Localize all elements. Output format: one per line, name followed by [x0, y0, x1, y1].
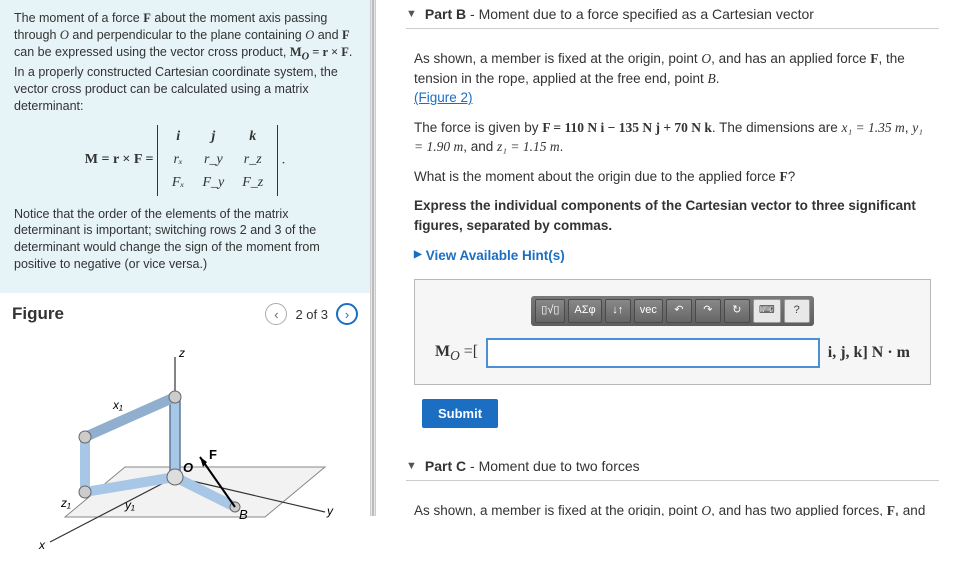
- t: The moment of a force: [14, 11, 143, 25]
- pager-text: 2 of 3: [295, 307, 328, 322]
- theory-para-2: Notice that the order of the elements of…: [14, 206, 356, 274]
- lbl-z1: z₁: [60, 496, 71, 510]
- lbl-z: z: [178, 346, 185, 360]
- determinant: ijk rₓr_yr_z FₓF_yF_z: [157, 125, 278, 196]
- part-c-body: As shown, a member is fixed at the origi…: [406, 481, 939, 516]
- lbl-O: O: [183, 460, 193, 475]
- hints-label: View Available Hint(s): [426, 246, 565, 266]
- answer-row: MO =[ i, j, k] N · m: [435, 338, 910, 368]
- sym-O: O: [60, 28, 69, 42]
- tb-redo[interactable]: ↷: [695, 299, 721, 323]
- diagram-svg: z y x O: [25, 337, 345, 557]
- part-b-title: Part B - Moment due to a force specified…: [425, 6, 814, 22]
- lbl-x: x: [38, 538, 46, 552]
- tb-help[interactable]: ?: [784, 299, 810, 323]
- sym-Mo: MO = r × F: [290, 45, 349, 59]
- collapse-icon: ▼: [406, 460, 417, 472]
- part-c-header[interactable]: ▼ Part C - Moment due to two forces: [406, 452, 939, 481]
- equation-toolbar: ▯√▯ ΑΣφ ↓↑ vec ↶ ↷ ↻ ⌨ ?: [531, 296, 813, 326]
- pb-q: What is the moment about the origin due …: [414, 167, 931, 187]
- sym-F2: F: [342, 28, 350, 42]
- answer-unit: i, j, k] N · m: [828, 341, 910, 364]
- tb-keyboard[interactable]: ⌨: [753, 299, 781, 323]
- next-figure-button[interactable]: ›: [336, 303, 358, 325]
- figure-section: Figure ‹ 2 of 3 › z y x: [0, 293, 370, 567]
- prev-figure-button[interactable]: ‹: [265, 303, 287, 325]
- lbl-y1: y₁: [124, 498, 135, 512]
- answer-input[interactable]: [486, 338, 820, 368]
- pc-p1: As shown, a member is fixed at the origi…: [414, 501, 931, 516]
- sym-F: F: [143, 11, 151, 25]
- sym-O2: O: [305, 28, 314, 42]
- figure-diagram: z y x O: [25, 337, 345, 557]
- eq-lhs: M = r × F =: [85, 151, 154, 170]
- pb-instr: Express the individual components of the…: [414, 196, 931, 235]
- figure-2-link[interactable]: (Figure 2): [414, 90, 473, 105]
- lbl-F: F: [209, 447, 217, 462]
- matrix-equation: M = r × F = ijk rₓr_yr_z FₓF_yF_z .: [14, 125, 356, 196]
- caret-right-icon: ▶: [414, 248, 422, 263]
- tb-template[interactable]: ▯√▯: [535, 299, 565, 323]
- part-b-header[interactable]: ▼ Part B - Moment due to a force specifi…: [406, 0, 939, 29]
- answer-box: ▯√▯ ΑΣφ ↓↑ vec ↶ ↷ ↻ ⌨ ? MO =[ i, j, k] …: [414, 279, 931, 385]
- part-c-title: Part C - Moment due to two forces: [425, 458, 640, 474]
- eq-dot: .: [282, 152, 286, 167]
- force-eq: F = 110 N i − 135 N j + 70 N k: [542, 120, 712, 135]
- theory-box: The moment of a force F about the moment…: [0, 0, 370, 293]
- answer-label: MO =[: [435, 340, 478, 366]
- t: and: [314, 28, 342, 42]
- view-hints-button[interactable]: ▶ View Available Hint(s): [414, 246, 931, 266]
- tb-reset[interactable]: ↻: [724, 299, 750, 323]
- tb-subsup[interactable]: ↓↑: [605, 299, 631, 323]
- tb-greek[interactable]: ΑΣφ: [568, 299, 601, 323]
- lbl-B: B: [239, 507, 248, 522]
- figure-pager: ‹ 2 of 3 ›: [265, 303, 358, 325]
- theory-para-1: The moment of a force F about the moment…: [14, 10, 356, 115]
- collapse-icon: ▼: [406, 8, 417, 20]
- submit-button[interactable]: Submit: [422, 399, 498, 428]
- pb-p2: The force is given by F = 110 N i − 135 …: [414, 118, 931, 157]
- tb-undo[interactable]: ↶: [666, 299, 692, 323]
- left-column: The moment of a force F about the moment…: [0, 0, 370, 516]
- part-b-body: As shown, a member is fixed at the origi…: [406, 29, 939, 442]
- lbl-y: y: [326, 504, 334, 518]
- lbl-x1: x₁: [112, 398, 123, 412]
- right-column: ▼ Part B - Moment due to a force specifi…: [376, 0, 957, 516]
- figure-title: Figure: [12, 304, 64, 324]
- t: can be expressed using the vector cross …: [14, 45, 290, 59]
- pb-p1: As shown, a member is fixed at the origi…: [414, 49, 931, 108]
- figure-header: Figure ‹ 2 of 3 ›: [12, 303, 358, 325]
- tb-vec[interactable]: vec: [634, 299, 663, 323]
- t: and perpendicular to the plane containin…: [69, 28, 305, 42]
